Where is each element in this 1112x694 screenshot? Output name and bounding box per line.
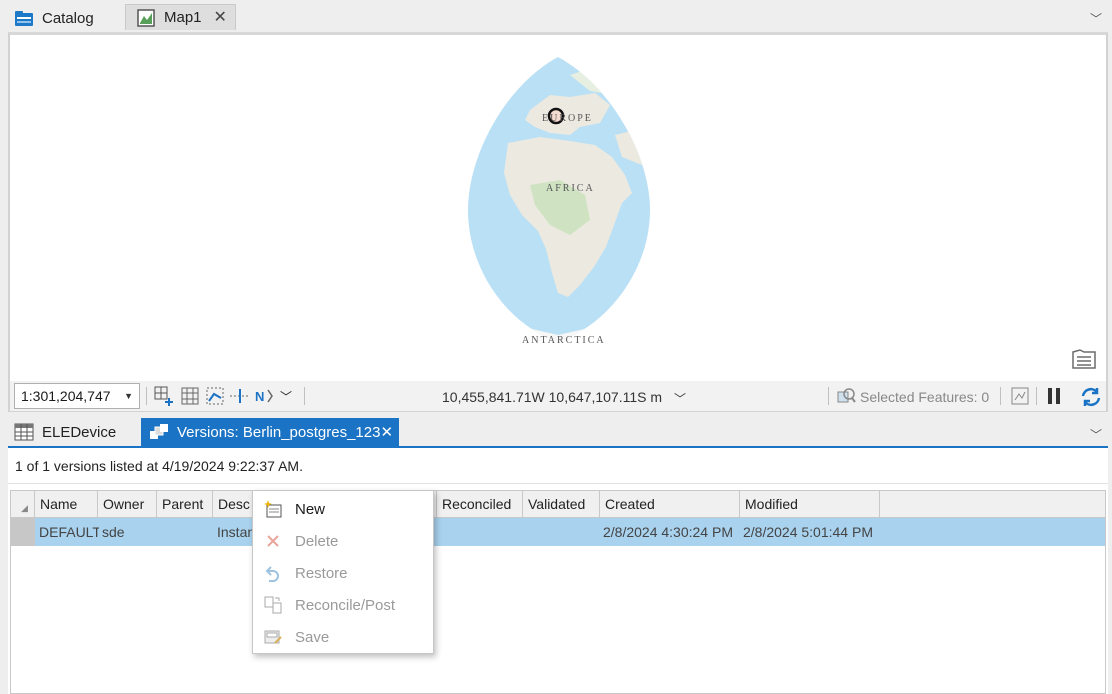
map-canvas[interactable] <box>10 35 1106 381</box>
corner-triangle-icon: ◢ <box>21 503 28 513</box>
menu-item-restore[interactable]: Restore <box>253 557 433 589</box>
tab-catalog[interactable]: Catalog <box>4 4 102 32</box>
divider <box>1036 387 1037 405</box>
map-status-bar: 1:301,204,747 ▼ N ﹀ 10,455,841.71W 10,64… <box>10 381 1106 411</box>
cell-name[interactable]: DEFAULT <box>37 518 99 546</box>
add-grid-icon[interactable] <box>154 386 174 406</box>
map-legend-icon[interactable] <box>1070 347 1098 371</box>
versions-status-text: 1 of 1 versions listed at 4/19/2024 9:22… <box>8 448 1108 484</box>
divider <box>304 387 305 405</box>
close-icon[interactable]: ✕ <box>380 423 393 441</box>
measure-icon[interactable] <box>230 386 250 406</box>
caret-down-icon: ▼ <box>124 391 133 401</box>
tab-label: Map1 <box>164 9 202 26</box>
scale-dropdown[interactable]: 1:301,204,747 ▼ <box>14 383 140 409</box>
selected-features-icon[interactable] <box>836 386 856 406</box>
divider <box>146 387 147 405</box>
cell-validated[interactable] <box>525 518 600 546</box>
save-icon <box>263 627 283 647</box>
grid-header: ◢ Name Owner Parent Desc Reconciled Vali… <box>11 491 1105 518</box>
bottom-tab-strip: ELEDevice Versions: Berlin_postgres_123 … <box>0 416 1112 448</box>
menu-item-label: Save <box>295 628 330 646</box>
menu-item-label: Restore <box>295 564 348 582</box>
map-view[interactable]: EUROPE AFRICA ANTARCTICA 1:301,204,747 ▼ <box>8 32 1108 412</box>
map-icon <box>136 8 156 28</box>
scale-value: 1:301,204,747 <box>21 388 111 404</box>
cell-reconciled[interactable] <box>439 518 523 546</box>
tab-label: Versions: Berlin_postgres_123 <box>177 423 381 441</box>
select-all-cell[interactable]: ◢ <box>11 491 35 517</box>
chevron-down-icon[interactable]: ﹀ <box>1090 10 1102 27</box>
svg-text:N: N <box>255 389 264 404</box>
column-header-reconciled[interactable]: Reconciled <box>437 491 523 517</box>
chevron-down-icon[interactable]: ﹀ <box>674 390 686 407</box>
chevron-down-icon[interactable]: ﹀ <box>280 388 300 408</box>
menu-item-label: Reconcile/Post <box>295 596 396 614</box>
reconcile-icon <box>263 595 283 615</box>
coordinate-readout: 10,455,841.71W 10,647,107.11S m <box>442 389 663 405</box>
selected-features-count: Selected Features: 0 <box>860 389 990 405</box>
chevron-down-icon[interactable]: ﹀ <box>1090 426 1102 443</box>
tab-label: ELEDevice <box>42 423 117 441</box>
column-header-owner[interactable]: Owner <box>98 491 157 517</box>
top-tab-strip: Catalog Map1 ✕ ﹀ <box>0 0 1112 34</box>
table-icon <box>14 423 34 441</box>
refresh-icon[interactable] <box>1080 386 1101 407</box>
pause-drawing-icon[interactable] <box>1044 386 1064 406</box>
cell-modified[interactable]: 2/8/2024 5:01:44 PM <box>741 518 891 546</box>
menu-item-label: Delete <box>295 532 339 550</box>
catalog-icon <box>14 8 34 28</box>
menu-item-save[interactable]: Save <box>253 621 433 653</box>
cell-created[interactable]: 2/8/2024 4:30:24 PM <box>601 518 741 546</box>
menu-item-new[interactable]: New <box>253 493 433 525</box>
map-extent-icon[interactable] <box>1010 386 1030 406</box>
versions-pane: 1 of 1 versions listed at 4/19/2024 9:22… <box>8 448 1108 694</box>
row-selector[interactable] <box>11 518 35 546</box>
tab-label: Catalog <box>42 9 94 27</box>
menu-item-label: New <box>295 500 326 518</box>
menu-item-delete[interactable]: Delete <box>253 525 433 557</box>
column-header-validated[interactable]: Validated <box>523 491 600 517</box>
tab-map1[interactable]: Map1 ✕ <box>125 4 236 30</box>
north-arrow-icon[interactable]: N <box>254 386 274 406</box>
divider <box>1000 387 1001 405</box>
tab-eledevice[interactable]: ELEDevice <box>6 418 124 446</box>
tab-versions[interactable]: Versions: Berlin_postgres_123 ✕ <box>141 418 400 446</box>
cell-parent[interactable] <box>158 518 212 546</box>
table-row[interactable]: DEFAULT sde Instan 2/8/2024 4:30:24 PM 2… <box>11 518 1105 546</box>
context-menu: New Delete Restore Reconcile/Post Save <box>252 490 434 654</box>
column-header-modified[interactable]: Modified <box>740 491 880 517</box>
map-label-europe: EUROPE <box>542 113 593 124</box>
grid-icon[interactable] <box>180 386 200 406</box>
divider <box>828 387 829 405</box>
cell-owner[interactable]: sde <box>100 518 156 546</box>
snapping-icon[interactable] <box>205 386 225 406</box>
close-icon[interactable]: ✕ <box>214 9 227 26</box>
map-label-antarctica: ANTARCTICA <box>522 335 606 346</box>
map-label-africa: AFRICA <box>546 183 595 194</box>
menu-item-reconcile-post[interactable]: Reconcile/Post <box>253 589 433 621</box>
restore-icon <box>263 563 283 583</box>
column-header-name[interactable]: Name <box>35 491 98 517</box>
versions-grid[interactable]: ◢ Name Owner Parent Desc Reconciled Vali… <box>10 490 1106 694</box>
column-header-created[interactable]: Created <box>600 491 740 517</box>
delete-icon <box>263 531 283 551</box>
versions-icon <box>149 423 169 441</box>
column-header-parent[interactable]: Parent <box>157 491 213 517</box>
new-version-icon <box>263 499 283 519</box>
